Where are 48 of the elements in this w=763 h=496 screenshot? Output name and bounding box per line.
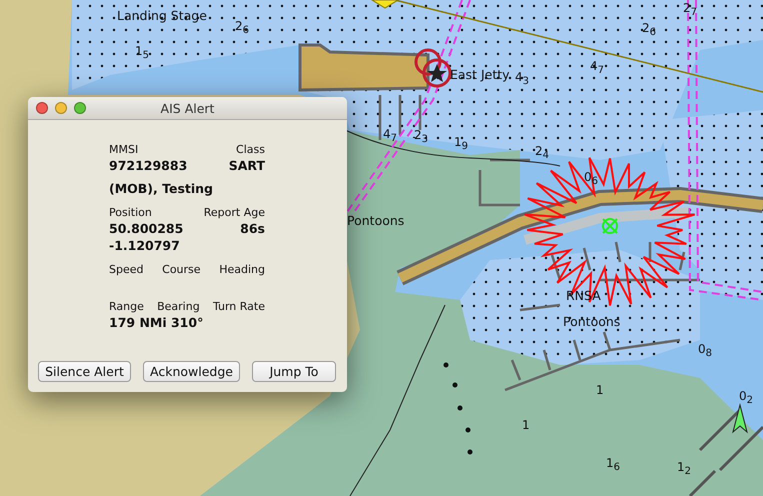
depth-sounding: 1$_{9}$ xyxy=(454,136,468,152)
depth-sounding: 2$_{4}$ xyxy=(535,145,550,161)
dialog-button[interactable]: Acknowledge xyxy=(143,361,240,382)
place-label: East Jetty xyxy=(450,69,510,82)
vessel-arrow-icon xyxy=(732,403,748,434)
field-label: Heading xyxy=(219,262,265,277)
field-value: SART xyxy=(228,157,265,174)
place-label: Landing Stage xyxy=(117,10,207,22)
target-icon xyxy=(602,218,618,234)
dialog-button[interactable]: Silence Alert xyxy=(38,361,131,382)
depth-sounding: 0$_{2}$ xyxy=(739,390,754,406)
field-label: Position xyxy=(109,205,152,220)
depth-sounding: 2$_{6}$ xyxy=(235,20,250,36)
field-value: (MOB), Testing xyxy=(109,180,214,197)
pontoon-line xyxy=(478,158,532,206)
field-value: 972129883 xyxy=(109,157,188,174)
depth-sounding: 4$_{3}$ xyxy=(515,71,530,87)
close-button[interactable] xyxy=(36,102,48,114)
field-value: 86s xyxy=(240,220,265,237)
field-label: Course xyxy=(162,262,201,277)
field-value: -1.120797 xyxy=(109,237,180,254)
field-label: Bearing xyxy=(157,299,200,314)
depth-sounding: 2$_{7}$ xyxy=(683,2,698,18)
field-label: Speed xyxy=(109,262,144,277)
dialog-button[interactable]: Jump To xyxy=(252,361,336,382)
field-value: 179 NMi 310° xyxy=(109,314,204,331)
window-title: AIS Alert xyxy=(160,100,214,116)
depth-sounding: 1$_{2}$ xyxy=(677,461,692,477)
place-label: Pontoons xyxy=(347,215,404,228)
depth-sounding: 1 xyxy=(596,384,604,396)
depth-sounding: 4$_{7}$ xyxy=(590,60,604,76)
minimize-button[interactable] xyxy=(55,102,67,114)
field-value: 50.800285 xyxy=(109,220,184,237)
depth-sounding: 0$_{8}$ xyxy=(698,343,712,359)
triangle-icon xyxy=(370,0,400,9)
jetty-pile xyxy=(378,94,422,142)
zoom-button[interactable] xyxy=(74,102,86,114)
pontoon-line xyxy=(520,304,560,312)
buoy-icon xyxy=(414,48,452,88)
depth-sounding: 1 xyxy=(522,419,530,431)
field-label: Turn Rate xyxy=(212,299,265,314)
field-label: Range xyxy=(109,299,144,314)
field-label: Report Age xyxy=(204,205,265,220)
depth-sounding: 4$_{7}$ xyxy=(383,128,398,144)
field-label: MMSI xyxy=(109,142,138,157)
field-label: Class xyxy=(236,142,265,157)
depth-sounding: 1$_{6}$ xyxy=(606,457,620,473)
place-label: Pontoons xyxy=(563,316,620,328)
